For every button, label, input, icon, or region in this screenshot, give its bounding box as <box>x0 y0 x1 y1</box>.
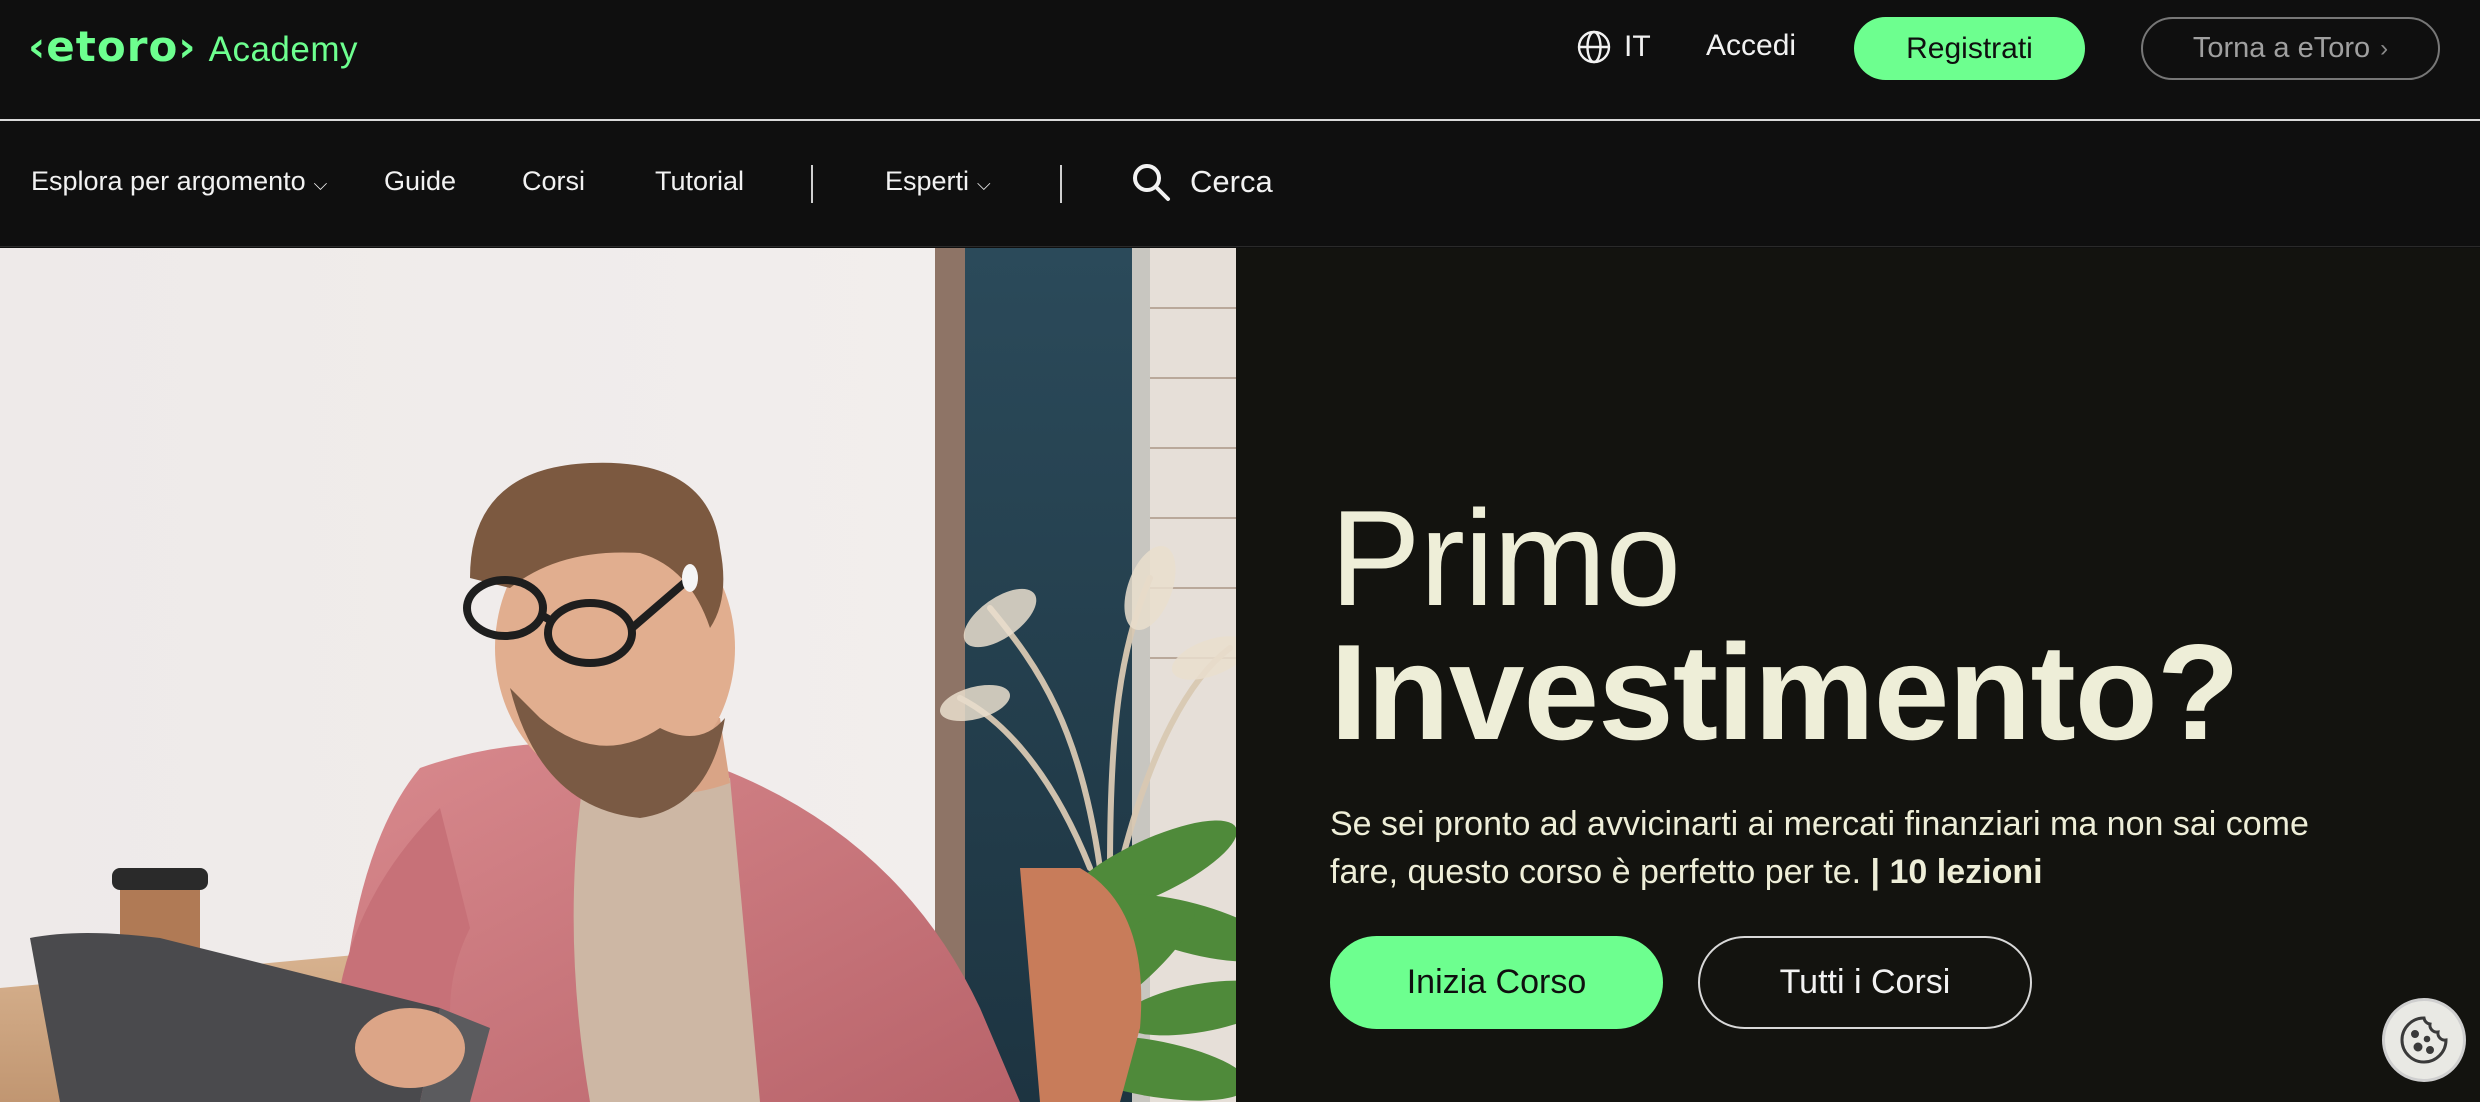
etoro-logo-mark: ‹etoro› <box>28 22 197 71</box>
hero-lessons-count: | 10 lezioni <box>1870 853 2043 891</box>
chevron-right-icon: › <box>2380 34 2389 62</box>
language-selector[interactable]: IT <box>1576 29 1651 65</box>
back-to-etoro-button[interactable]: Torna a eToro › <box>2141 17 2440 80</box>
nav-divider <box>811 165 813 203</box>
man-with-laptop-illustration <box>0 248 1236 1102</box>
nav-explore-topics-label: Esplora per argomento <box>31 166 306 196</box>
search-label: Cerca <box>1190 164 1273 199</box>
nav-courses[interactable]: Corsi <box>522 166 585 197</box>
start-course-button[interactable]: Inizia Corso <box>1330 936 1663 1029</box>
nav-experts[interactable]: Esperti ⌵ <box>885 166 991 197</box>
back-to-etoro-label: Torna a eToro <box>2192 32 2371 64</box>
register-button[interactable]: Registrati <box>1854 17 2085 80</box>
nav-divider <box>1060 165 1062 203</box>
chevron-down-icon: ⌵ <box>313 174 328 194</box>
nav-experts-label: Esperti <box>885 166 970 196</box>
etoro-academy-logo[interactable]: ‹etoro› Academy <box>28 22 358 71</box>
logo-academy-text: Academy <box>208 30 359 69</box>
hero-headline-bold: Investimento? <box>1330 616 2240 768</box>
nav-explore-topics[interactable]: Esplora per argomento ⌵ <box>31 166 327 197</box>
cookie-icon <box>2400 1016 2448 1064</box>
all-courses-button[interactable]: Tutti i Corsi <box>1698 936 2032 1029</box>
cookie-settings-button[interactable] <box>2382 998 2466 1082</box>
nav-guides[interactable]: Guide <box>384 166 456 197</box>
hero-description-text: Se sei pronto ad avvicinarti ai mercati … <box>1330 805 2309 891</box>
nav-tutorials[interactable]: Tutorial <box>655 166 744 197</box>
language-label: IT <box>1624 30 1651 63</box>
main-nav: Esplora per argomento ⌵ Guide Corsi Tuto… <box>0 121 2480 247</box>
hero-headline-light: Primo <box>1330 482 1681 634</box>
hero-description: Se sei pronto ad avvicinarti ai mercati … <box>1330 800 2330 896</box>
chevron-down-icon: ⌵ <box>977 174 991 194</box>
globe-icon <box>1577 30 1611 64</box>
top-bar: ‹etoro› Academy IT Accedi Registrati Tor… <box>0 0 2480 121</box>
hero-photo <box>0 248 1236 1102</box>
login-link[interactable]: Accedi <box>1706 29 1796 63</box>
search-icon <box>1133 164 1170 201</box>
search-button[interactable]: Cerca <box>1130 161 1273 203</box>
